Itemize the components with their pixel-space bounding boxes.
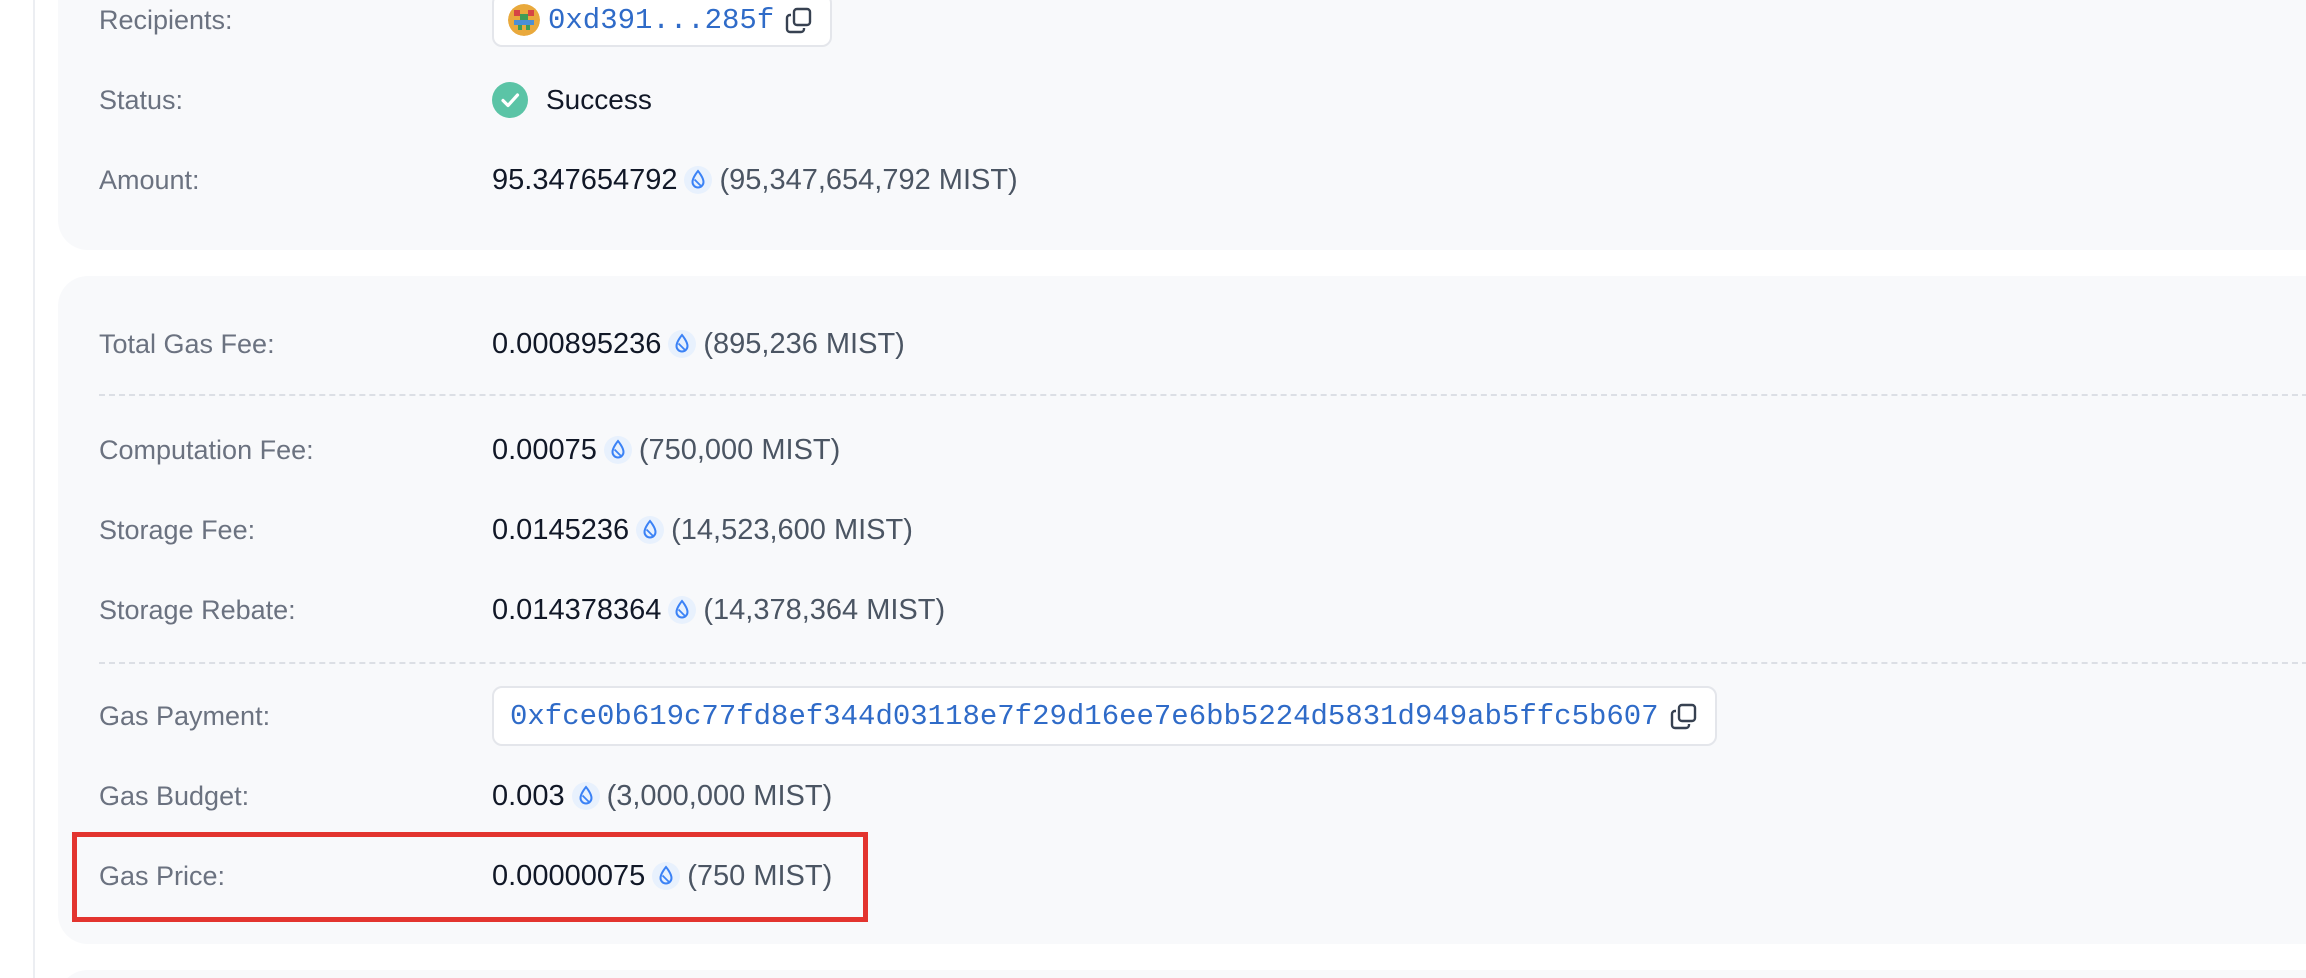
recipient-address-link[interactable]: 0xd391...285f xyxy=(548,4,774,37)
check-circle-icon xyxy=(492,82,528,118)
gas-payment-chip[interactable]: 0xfce0b619c77fd8ef344d03118e7f29d16ee7e6… xyxy=(492,686,1717,746)
storage-fee-value: 0.0145236 (14,523,600 MIST) xyxy=(492,514,913,547)
gas-payment-row: Gas Payment: 0xfce0b619c77fd8ef344d03118… xyxy=(58,686,2306,746)
computation-fee-sui: 0.00075 xyxy=(492,433,597,466)
sui-token-icon xyxy=(668,596,697,624)
sui-token-icon xyxy=(684,166,713,194)
sui-token-icon xyxy=(603,436,632,464)
storage-fee-mist: (14,523,600 MIST) xyxy=(671,513,913,546)
status-value: Success xyxy=(492,82,652,118)
amount-row: Amount: 95.347654792 (95,347,654,792 MIS… xyxy=(58,150,2306,210)
amount-value: 95.347654792 (95,347,654,792 MIST) xyxy=(492,164,1018,197)
copy-icon[interactable] xyxy=(784,5,814,35)
dashed-divider xyxy=(99,662,2306,664)
next-section-card xyxy=(58,970,2306,978)
recipients-label: Recipients: xyxy=(99,4,233,35)
total-gas-fee-label: Total Gas Fee: xyxy=(99,328,275,359)
storage-rebate-mist: (14,378,364 MIST) xyxy=(703,593,946,626)
storage-fee-sui: 0.0145236 xyxy=(492,513,630,546)
amount-sui: 95.347654792 xyxy=(492,163,678,196)
gas-budget-mist: (3,000,000 MIST) xyxy=(606,779,833,812)
status-label: Status: xyxy=(99,84,184,115)
gas-price-highlight-box xyxy=(72,832,868,922)
recipients-value: 0xd391...285f xyxy=(492,0,833,47)
left-rule xyxy=(33,0,35,978)
status-text: Success xyxy=(546,84,652,115)
sui-token-icon xyxy=(571,782,600,810)
storage-fee-label: Storage Fee: xyxy=(99,514,256,545)
sui-token-icon xyxy=(636,516,665,544)
storage-rebate-row: Storage Rebate: 0.014378364 (14,378,364 … xyxy=(58,580,2306,640)
storage-rebate-label: Storage Rebate: xyxy=(99,594,296,625)
gas-payment-label: Gas Payment: xyxy=(99,700,271,731)
copy-icon[interactable] xyxy=(1669,701,1699,731)
computation-fee-label: Computation Fee: xyxy=(99,434,314,465)
total-gas-fee-row: Total Gas Fee: 0.000895236 (895,236 MIST… xyxy=(58,314,2306,374)
storage-rebate-sui: 0.014378364 xyxy=(492,593,662,626)
sui-token-icon xyxy=(668,330,697,358)
status-row: Status: Success xyxy=(58,70,2306,130)
amount-mist: (95,347,654,792 MIST) xyxy=(719,163,1018,196)
gas-payment-object-link[interactable]: 0xfce0b619c77fd8ef344d03118e7f29d16ee7e6… xyxy=(510,700,1659,733)
recipients-row: Recipients: 0xd391...285f xyxy=(58,0,2306,50)
total-gas-fee-value: 0.000895236 (895,236 MIST) xyxy=(492,328,905,361)
recipient-avatar xyxy=(508,4,540,36)
recipient-address-chip[interactable]: 0xd391...285f xyxy=(492,0,833,47)
computation-fee-row: Computation Fee: 0.00075 (750,000 MIST) xyxy=(58,420,2306,480)
total-gas-fee-sui: 0.000895236 xyxy=(492,327,662,360)
storage-rebate-value: 0.014378364 (14,378,364 MIST) xyxy=(492,594,945,627)
amount-label: Amount: xyxy=(99,164,200,195)
gas-budget-value: 0.003 (3,000,000 MIST) xyxy=(492,780,832,813)
transaction-details-page: Recipients: 0xd391...285f Status: Succes… xyxy=(0,0,2306,978)
dashed-divider xyxy=(99,394,2306,396)
gas-payment-value: 0xfce0b619c77fd8ef344d03118e7f29d16ee7e6… xyxy=(492,686,1717,746)
gas-budget-sui: 0.003 xyxy=(492,779,565,812)
gas-budget-row: Gas Budget: 0.003 (3,000,000 MIST) xyxy=(58,766,2306,826)
transfer-summary-card: Recipients: 0xd391...285f Status: Succes… xyxy=(58,0,2306,250)
storage-fee-row: Storage Fee: 0.0145236 (14,523,600 MIST) xyxy=(58,500,2306,560)
computation-fee-value: 0.00075 (750,000 MIST) xyxy=(492,434,840,467)
gas-budget-label: Gas Budget: xyxy=(99,780,250,811)
total-gas-fee-mist: (895,236 MIST) xyxy=(703,327,905,360)
computation-fee-mist: (750,000 MIST) xyxy=(638,433,841,466)
